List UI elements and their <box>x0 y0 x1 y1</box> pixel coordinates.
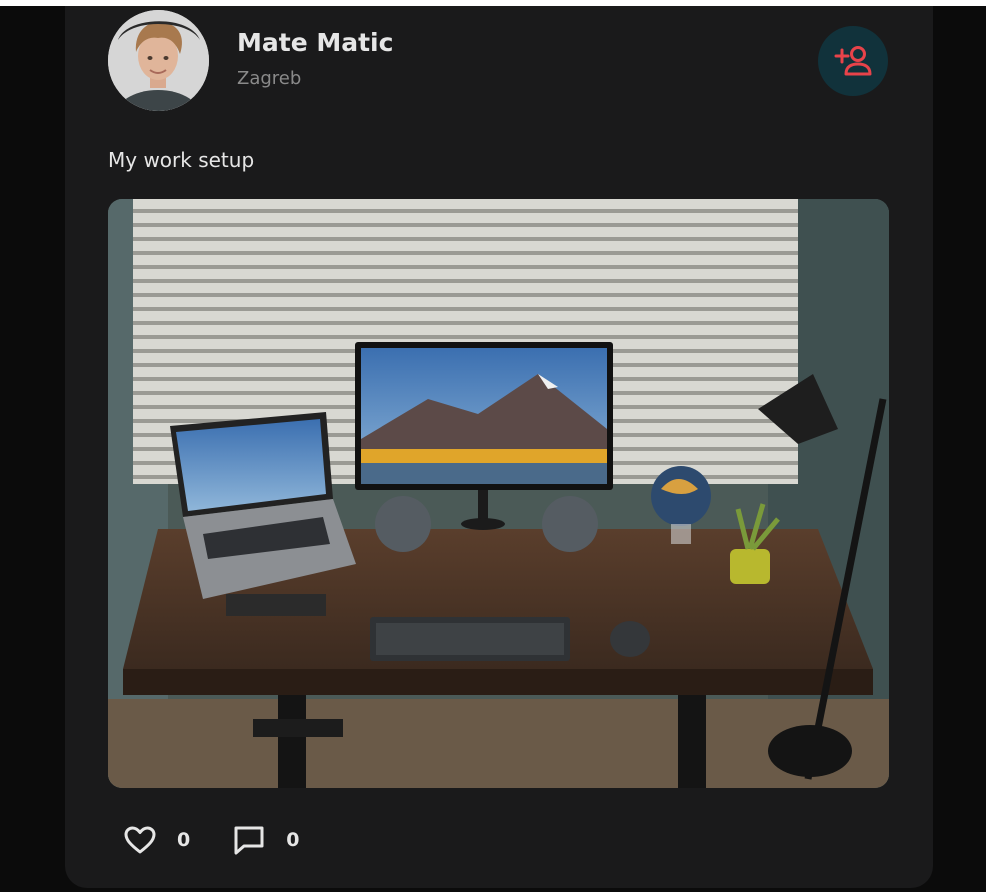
like-button[interactable]: 0 <box>123 825 190 855</box>
add-user-icon <box>834 46 872 76</box>
avatar[interactable] <box>108 10 209 111</box>
like-count: 0 <box>177 829 191 851</box>
follow-button[interactable] <box>818 26 888 96</box>
post-actions: 0 0 <box>123 820 341 860</box>
author-name[interactable]: Mate Matic <box>237 28 393 57</box>
comment-icon <box>234 826 264 855</box>
heart-icon <box>124 826 156 854</box>
comment-count: 0 <box>286 829 300 851</box>
post-image[interactable] <box>108 199 889 788</box>
post-card: Mate Matic Zagreb My work setup 0 0 <box>65 6 933 888</box>
author-location: Zagreb <box>237 68 302 89</box>
comment-button[interactable]: 0 <box>232 824 299 856</box>
desk-setup-photo <box>108 199 889 788</box>
post-caption: My work setup <box>108 148 255 172</box>
user-avatar-photo <box>108 10 209 111</box>
